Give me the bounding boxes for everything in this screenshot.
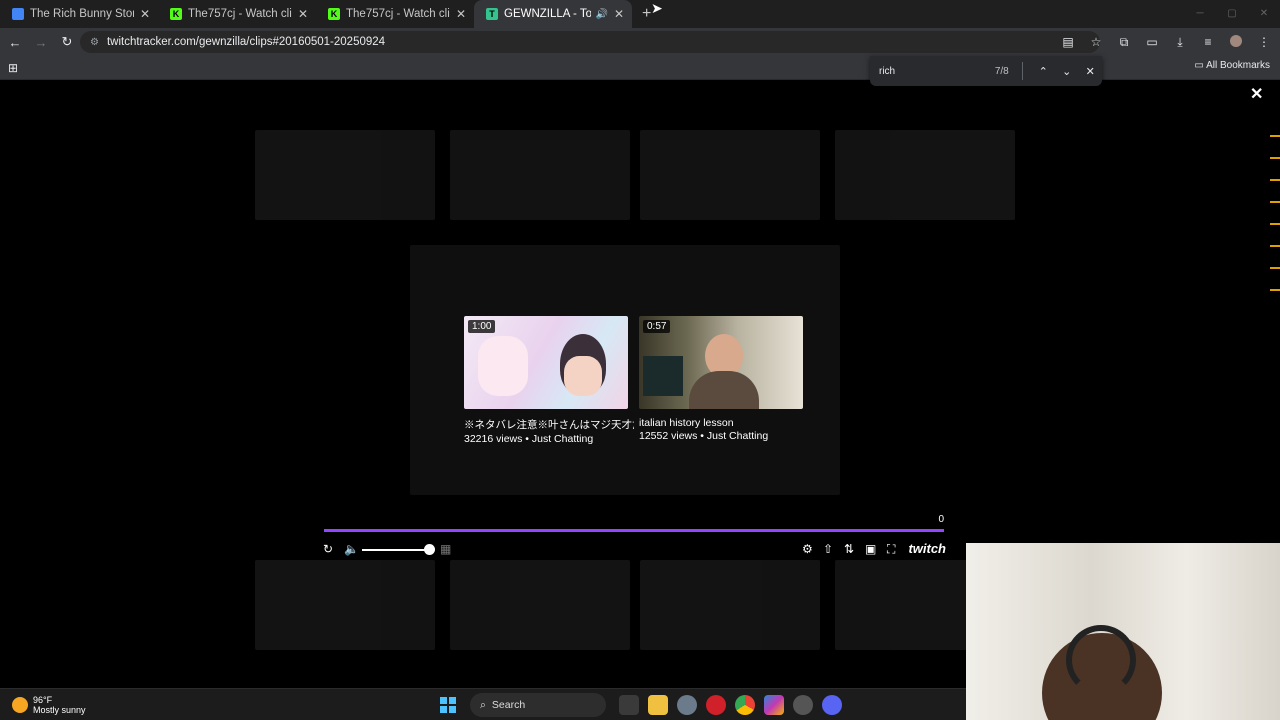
- weather-temp: 96°F: [33, 695, 53, 705]
- clip-thumbnail[interactable]: 0:57: [639, 316, 803, 409]
- toolbar-actions: ▤ ☆ ⧉ ▭ ⤓ ≡ ⋮: [1056, 28, 1280, 56]
- back-icon[interactable]: ←: [4, 35, 26, 50]
- url-text: twitchtracker.com/gewnzilla/clips#201605…: [106, 36, 386, 48]
- sidepanel-icon[interactable]: ▭: [1140, 35, 1164, 49]
- sun-icon: [12, 697, 28, 713]
- tab-title: The Rich Bunny Story - Google D: [30, 8, 134, 20]
- close-modal-icon[interactable]: ✕: [1250, 84, 1263, 104]
- chevron-up-icon[interactable]: ⌃: [1031, 65, 1055, 78]
- replay-icon[interactable]: ↻: [323, 542, 333, 556]
- app-icon[interactable]: [792, 695, 813, 715]
- close-icon[interactable]: ✕: [614, 7, 624, 21]
- chrome-icon[interactable]: [734, 695, 755, 715]
- tab-title: The757cj - Watch clips on Kick: [346, 8, 450, 20]
- profile-avatar[interactable]: [1224, 34, 1248, 50]
- maximize-icon[interactable]: ▢: [1216, 0, 1248, 28]
- tab-kick-2[interactable]: K The757cj - Watch clips on Kick ✕: [316, 0, 474, 28]
- find-count: 7/8: [994, 65, 1009, 77]
- twitchtracker-icon: T: [486, 8, 498, 20]
- clip-meta: 12552 views • Just Chatting: [639, 430, 769, 442]
- clip-icon[interactable]: ⇅: [844, 542, 854, 556]
- find-bar: rich 7/8 ⌃ ⌄ ✕: [870, 56, 1102, 86]
- file-explorer-icon[interactable]: [647, 695, 668, 715]
- volume-icon[interactable]: 🔈: [344, 542, 359, 556]
- close-window-icon[interactable]: ✕: [1248, 0, 1280, 28]
- volume-handle[interactable]: [424, 544, 435, 555]
- discord-icon[interactable]: [821, 695, 842, 715]
- address-bar[interactable]: ⚙ twitchtracker.com/gewnzilla/clips#2016…: [80, 31, 1100, 53]
- theatre-icon[interactable]: ▦: [440, 542, 451, 556]
- pip-icon[interactable]: ▣: [865, 542, 876, 556]
- webcam-overlay: [966, 543, 1280, 720]
- clip-duration: 0:57: [643, 320, 671, 333]
- close-icon[interactable]: ✕: [298, 7, 308, 21]
- forward-icon[interactable]: →: [30, 35, 52, 50]
- weather-condition: Mostly sunny: [33, 705, 86, 715]
- search-label: Search: [491, 699, 526, 711]
- window-controls: ─ ▢ ✕: [1184, 0, 1280, 28]
- tab-kick-1[interactable]: K The757cj - Watch clips on Kick ✕: [158, 0, 316, 28]
- reader-icon[interactable]: ▤: [1056, 35, 1080, 49]
- bookmark-star-icon[interactable]: ☆: [1084, 35, 1108, 49]
- suggested-clip[interactable]: 0:57 italian history lesson 12552 views …: [639, 316, 803, 442]
- search-icon: ⌕: [480, 698, 486, 711]
- mouse-cursor-icon: ➤: [651, 0, 663, 16]
- download-icon[interactable]: ⤓: [1168, 35, 1192, 50]
- reload-icon[interactable]: ↻: [56, 34, 78, 50]
- speaker-icon[interactable]: 🔊: [595, 9, 607, 20]
- windows-start-icon[interactable]: [440, 697, 456, 713]
- kick-icon: K: [170, 8, 182, 20]
- close-icon[interactable]: ✕: [1078, 65, 1102, 78]
- volume-slider[interactable]: [362, 549, 430, 551]
- apps-grid-icon[interactable]: ⊞: [8, 61, 18, 75]
- tab-title: GEWNZILLA - Top Twitch C: [504, 8, 592, 20]
- menu-icon[interactable]: ⋮: [1252, 35, 1276, 49]
- suggested-clip[interactable]: 1:00 ※ネタバレ注意※叶さんはマジ天才だ... 32216 views • …: [464, 316, 634, 445]
- clip-meta: 32216 views • Just Chatting: [464, 433, 594, 445]
- tab-docs[interactable]: The Rich Bunny Story - Google D ✕: [0, 0, 158, 28]
- new-tab-icon[interactable]: +: [642, 5, 651, 23]
- clip-thumbnail[interactable]: 1:00: [464, 316, 628, 409]
- task-view-icon[interactable]: [618, 695, 639, 715]
- share-icon[interactable]: ⇧: [823, 542, 833, 556]
- recorder-icon[interactable]: [705, 695, 726, 715]
- site-info-icon[interactable]: ⚙: [90, 37, 99, 48]
- player-controls: ↻ 🔈 ▦ ⚙ ⇧ ⇅ ▣ ⛶ twitch: [320, 541, 952, 560]
- minimize-icon[interactable]: ─: [1184, 0, 1216, 28]
- browser-toolbar: ← → ↻ ⚙ twitchtracker.com/gewnzilla/clip…: [0, 28, 1280, 56]
- tab-twitchtracker[interactable]: T GEWNZILLA - Top Twitch C 🔊 ✕: [474, 0, 632, 28]
- clip-duration: 1:00: [468, 320, 496, 333]
- twitch-logo[interactable]: twitch: [908, 541, 946, 556]
- clip-player: 1:00 ※ネタバレ注意※叶さんはマジ天才だ... 32216 views • …: [320, 310, 952, 570]
- taskbar-apps: ⌕ Search: [440, 693, 846, 717]
- clip-title: ※ネタバレ注意※叶さんはマジ天才だ...: [464, 419, 634, 431]
- copilot-icon[interactable]: [763, 695, 784, 715]
- close-icon[interactable]: ✕: [456, 7, 466, 21]
- tab-strip: The Rich Bunny Story - Google D ✕ K The7…: [0, 0, 1280, 28]
- clip-title: italian history lesson: [639, 417, 734, 429]
- all-bookmarks[interactable]: ▭ All Bookmarks: [1194, 60, 1270, 71]
- close-icon[interactable]: ✕: [140, 7, 150, 21]
- extensions-icon[interactable]: ⧉: [1112, 35, 1136, 50]
- find-input[interactable]: rich: [879, 66, 987, 77]
- settings-app-icon[interactable]: [676, 695, 697, 715]
- scroll-markers: [1270, 135, 1280, 311]
- find-divider: [1022, 62, 1024, 80]
- docs-icon: [12, 8, 24, 20]
- kick-icon: K: [328, 8, 340, 20]
- progress-bar[interactable]: [324, 529, 944, 532]
- fullscreen-icon[interactable]: ⛶: [887, 542, 895, 557]
- all-bookmarks-label: All Bookmarks: [1206, 60, 1270, 71]
- media-icon[interactable]: ≡: [1196, 35, 1220, 49]
- playback-counter: 0: [938, 514, 944, 525]
- tab-title: The757cj - Watch clips on Kick: [188, 8, 292, 20]
- chevron-down-icon[interactable]: ⌄: [1055, 65, 1079, 78]
- headset-icon: [1066, 625, 1136, 695]
- taskbar-search[interactable]: ⌕ Search: [470, 693, 606, 717]
- weather-widget[interactable]: 96°F Mostly sunny: [12, 695, 86, 715]
- settings-icon[interactable]: ⚙: [802, 542, 813, 556]
